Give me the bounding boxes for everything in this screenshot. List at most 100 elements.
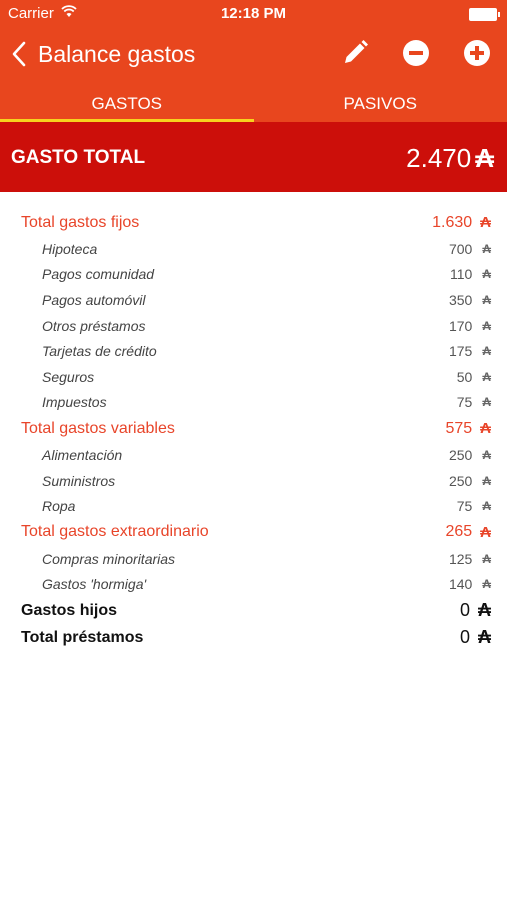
item-label: Otros préstamos — [42, 317, 146, 334]
group-label: Total gastos extraordinario — [21, 523, 209, 541]
battery-icon — [469, 8, 500, 21]
group-amount: 575 — [445, 419, 473, 437]
item-amount: 125 — [448, 550, 473, 567]
currency-symbol: ₳ — [475, 143, 494, 173]
item-label: Seguros — [42, 368, 95, 385]
item-value: 250 ₳ — [449, 447, 491, 463]
currency-symbol: ₳ — [482, 577, 491, 592]
status-bar: Carrier 12:18 PM — [0, 0, 507, 28]
item-value: 125 ₳ — [449, 551, 491, 567]
currency-symbol: ₳ — [482, 292, 491, 307]
item-value: 110 ₳ — [450, 266, 491, 282]
page-title: Balance gastos — [38, 40, 196, 67]
list-item[interactable]: Seguros 50 ₳ — [0, 364, 507, 390]
status-time: 12:18 PM — [220, 5, 287, 22]
item-label: Suministros — [42, 472, 116, 489]
item-label: Alimentación — [42, 446, 123, 463]
item-value: 175 ₳ — [449, 343, 491, 359]
group-value: 265 ₳ — [445, 523, 491, 541]
list-item[interactable]: Compras minoritarias 125 ₳ — [0, 546, 507, 572]
remove-button[interactable] — [400, 37, 432, 69]
item-label: Pagos comunidad — [42, 266, 155, 283]
currency-symbol: ₳ — [482, 473, 491, 488]
item-amount: 175 — [448, 343, 473, 360]
group-row-extraordinary[interactable]: Total gastos extraordinario 265 ₳ — [0, 519, 507, 546]
list-item[interactable]: Pagos comunidad 110 ₳ — [0, 262, 507, 288]
currency-symbol: ₳ — [482, 267, 491, 282]
item-value: 350 ₳ — [449, 292, 491, 308]
item-label: Hipoteca — [42, 240, 98, 257]
segment-tabs: GASTOS PASIVOS — [0, 80, 507, 122]
group-amount: 1.630 — [432, 213, 473, 231]
item-label: Total préstamos — [21, 628, 144, 646]
item-label: Compras minoritarias — [42, 550, 176, 567]
currency-symbol: ₳ — [482, 369, 491, 384]
currency-symbol: ₳ — [482, 447, 491, 462]
group-row-fixed[interactable]: Total gastos fijos 1.630 ₳ — [0, 209, 507, 236]
total-amount-value: 2.470 — [406, 143, 472, 173]
list-item[interactable]: Otros préstamos 170 ₳ — [0, 313, 507, 339]
total-summary: GASTO TOTAL 2.470 ₳ — [0, 122, 507, 192]
item-value: 50 ₳ — [457, 369, 491, 385]
item-label: Pagos automóvil — [42, 291, 146, 308]
item-label: Impuestos — [42, 394, 107, 411]
item-value: 700 ₳ — [449, 241, 491, 257]
currency-symbol: ₳ — [480, 214, 491, 231]
currency-symbol: ₳ — [480, 523, 491, 541]
item-label: Gastos hijos — [21, 601, 118, 619]
item-value: 75 ₳ — [457, 498, 491, 514]
chevron-left-icon — [12, 41, 26, 67]
group-label: Total gastos variables — [21, 419, 175, 437]
total-label: GASTO TOTAL — [11, 147, 146, 168]
item-value: 0 ₳ — [460, 600, 491, 621]
item-amount: 0 — [459, 627, 470, 648]
list-item-children-expenses[interactable]: Gastos hijos 0 ₳ — [0, 597, 507, 624]
list-item[interactable]: Gastos 'hormiga' 140 ₳ — [0, 572, 507, 598]
add-button[interactable] — [461, 37, 493, 69]
list-item-total-loans[interactable]: Total préstamos 0 ₳ — [0, 624, 507, 651]
item-amount: 700 — [448, 240, 473, 257]
item-amount: 170 — [448, 317, 473, 334]
currency-symbol: ₳ — [480, 420, 491, 438]
group-value: 575 ₳ — [445, 420, 491, 438]
item-amount: 75 — [456, 498, 473, 515]
edit-button[interactable] — [339, 37, 371, 69]
item-value: 170 ₳ — [449, 318, 491, 334]
item-value: 250 ₳ — [449, 473, 491, 489]
currency-symbol: ₳ — [482, 499, 491, 514]
list-item[interactable]: Hipoteca 700 ₳ — [0, 236, 507, 262]
currency-symbol: ₳ — [482, 318, 491, 333]
list-item[interactable]: Impuestos 75 ₳ — [0, 390, 507, 416]
item-label: Gastos 'hormiga' — [42, 576, 147, 593]
item-amount: 140 — [448, 576, 473, 593]
group-label: Total gastos fijos — [21, 213, 140, 231]
tab-pasivos[interactable]: PASIVOS — [254, 80, 507, 122]
list-item[interactable]: Ropa 75 ₳ — [0, 493, 507, 519]
currency-symbol: ₳ — [482, 551, 491, 566]
item-amount: 110 — [450, 266, 473, 283]
navigation-bar: Balance gastos — [0, 28, 507, 80]
list-item[interactable]: Suministros 250 ₳ — [0, 468, 507, 494]
item-value: 140 ₳ — [449, 576, 491, 592]
total-amount: 2.470 ₳ — [406, 143, 494, 174]
item-value: 75 ₳ — [457, 394, 491, 410]
item-amount: 75 — [456, 394, 473, 411]
group-row-variable[interactable]: Total gastos variables 575 ₳ — [0, 415, 507, 442]
item-amount: 250 — [448, 446, 473, 463]
item-amount: 350 — [448, 291, 473, 308]
list-item[interactable]: Tarjetas de crédito 175 ₳ — [0, 338, 507, 364]
group-value: 1.630 ₳ — [432, 214, 491, 232]
item-amount: 0 — [459, 600, 470, 621]
list-item[interactable]: Alimentación 250 ₳ — [0, 442, 507, 468]
back-button[interactable]: Balance gastos — [10, 38, 195, 70]
currency-symbol: ₳ — [482, 395, 491, 410]
item-amount: 50 — [456, 368, 473, 385]
tab-gastos[interactable]: GASTOS — [0, 80, 254, 122]
group-amount: 265 — [445, 523, 473, 541]
list-item[interactable]: Pagos automóvil 350 ₳ — [0, 287, 507, 313]
currency-symbol: ₳ — [478, 600, 491, 621]
item-value: 0 ₳ — [460, 627, 491, 648]
minus-circle-icon — [403, 40, 429, 66]
currency-symbol: ₳ — [482, 241, 491, 256]
currency-symbol: ₳ — [478, 627, 491, 648]
